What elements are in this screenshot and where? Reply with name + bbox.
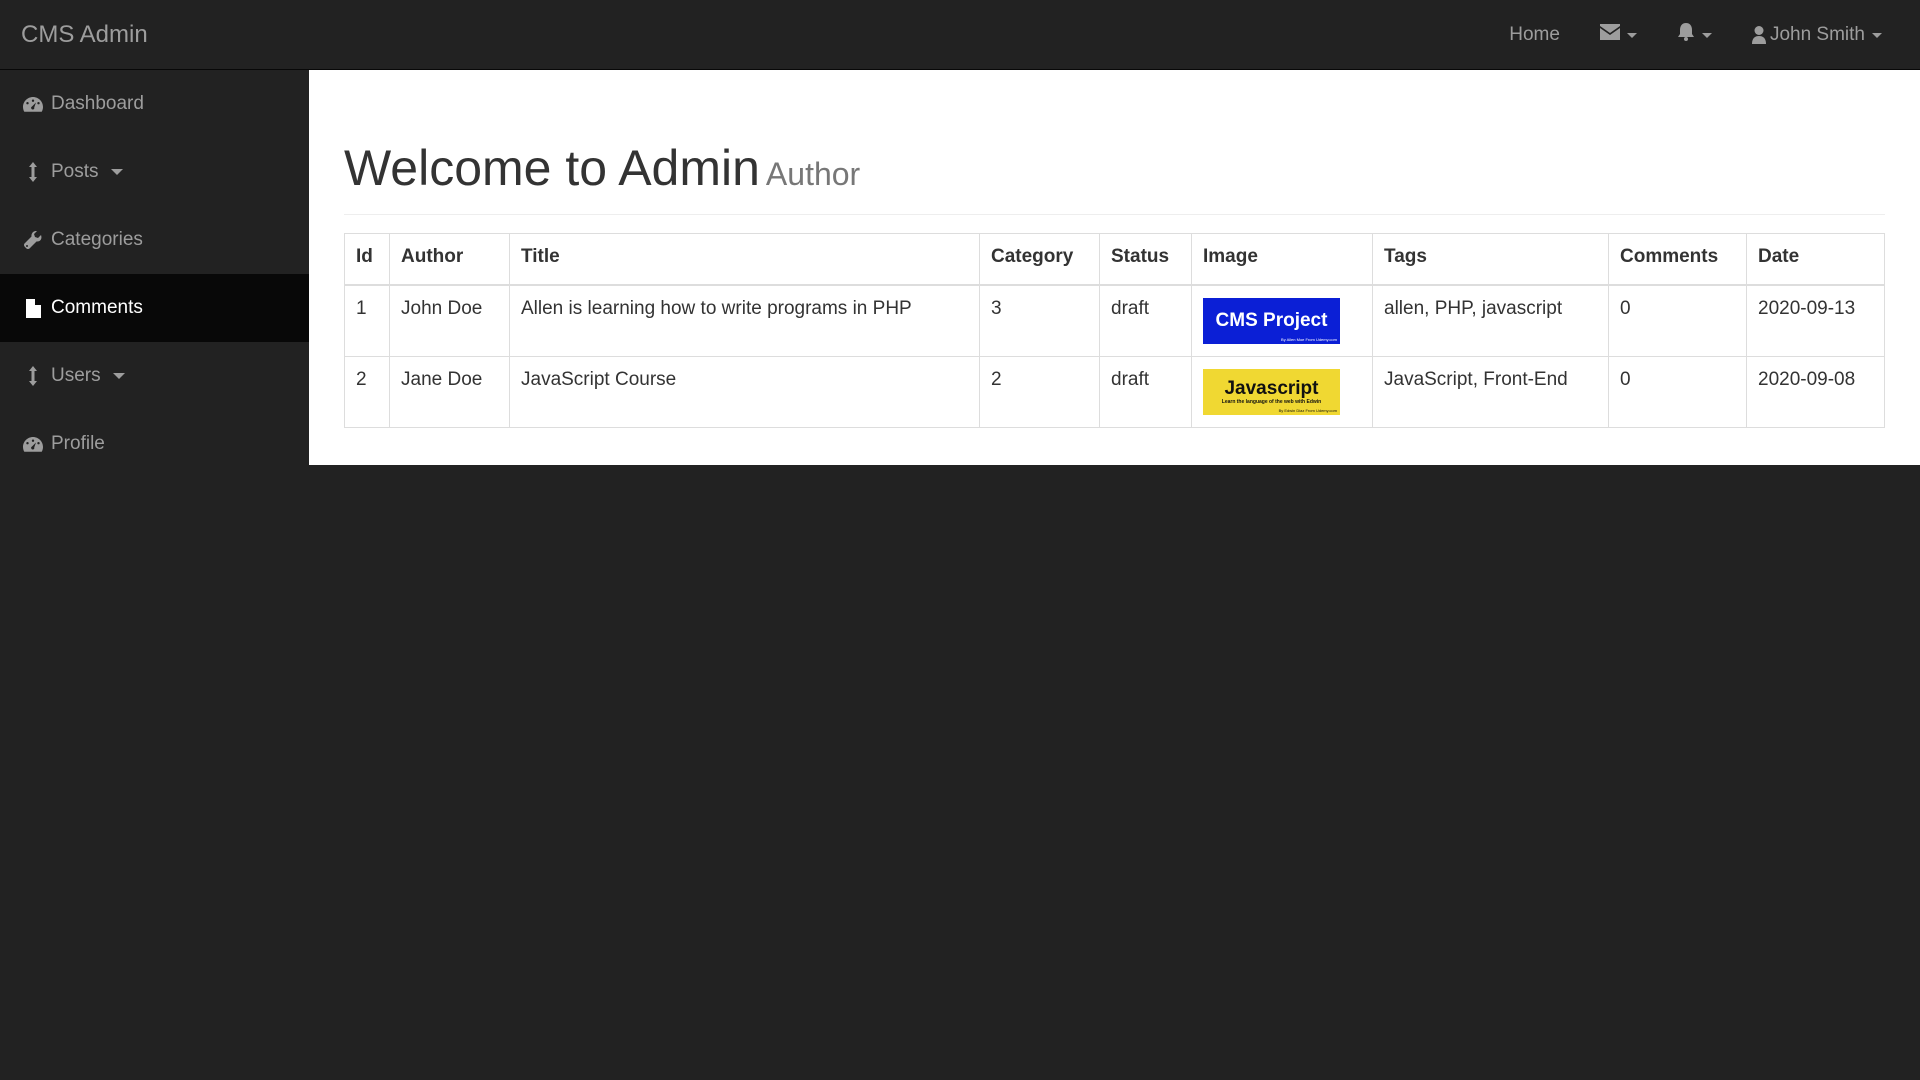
column-header-author: Author	[389, 233, 510, 286]
sidebar-item-dashboard[interactable]: Dashboard	[0, 70, 309, 138]
column-header-category: Category	[979, 233, 1100, 286]
sidebar-item-label: Posts	[51, 161, 99, 182]
dashboard-icon	[23, 94, 43, 114]
envelope-icon	[1599, 24, 1620, 46]
thumbnail-title: Javascript	[1224, 377, 1319, 399]
cell-title: JavaScript Course	[509, 355, 980, 428]
column-header-tags: Tags	[1372, 233, 1609, 286]
cell-date: 2020-09-08	[1746, 355, 1885, 428]
home-link[interactable]: Home	[1489, 0, 1580, 70]
cell-tags: allen, PHP, javascript	[1372, 284, 1609, 357]
thumbnail-subtitle: Learn the language of the web with Edwin	[1221, 398, 1322, 405]
user-name: John Smith	[1769, 24, 1865, 45]
arrows-v-icon	[23, 366, 43, 386]
user-icon	[1751, 26, 1766, 44]
file-icon	[23, 298, 43, 318]
page-header: Welcome to Admin Author	[344, 140, 1885, 215]
cell-id: 1	[344, 284, 390, 357]
sidebar-item-comments[interactable]: Comments	[0, 274, 309, 342]
cell-image: CMS Project By Allen Moe From Udemy.com	[1191, 284, 1373, 357]
navbar-right: Home John Smith	[1489, 0, 1902, 70]
column-header-comments: Comments	[1608, 233, 1747, 286]
cell-image: Javascript Learn the language of the web…	[1191, 355, 1373, 428]
column-header-title: Title	[509, 233, 980, 286]
chevron-down-icon	[1872, 32, 1882, 38]
column-header-id: Id	[344, 233, 390, 286]
cell-tags: JavaScript, Front-End	[1372, 355, 1609, 428]
sidebar-item-categories[interactable]: Categories	[0, 206, 309, 274]
sidebar-item-posts[interactable]: Posts	[0, 138, 309, 206]
cell-category: 2	[979, 355, 1100, 428]
column-header-status: Status	[1099, 233, 1192, 286]
arrows-v-icon	[23, 162, 43, 182]
thumbnail-title: CMS Project	[1215, 309, 1328, 331]
cell-status: draft	[1099, 355, 1192, 428]
cell-author: John Doe	[389, 284, 510, 357]
sidebar-item-label: Comments	[51, 297, 143, 318]
wrench-icon	[23, 230, 43, 250]
post-image-thumbnail: Javascript Learn the language of the web…	[1203, 368, 1340, 415]
table-header-row: Id Author Title Category Status Image Ta…	[344, 233, 1885, 286]
post-image-thumbnail: CMS Project By Allen Moe From Udemy.com	[1203, 297, 1340, 344]
sidebar-item-label: Dashboard	[51, 93, 144, 114]
cell-date: 2020-09-13	[1746, 284, 1885, 357]
chevron-down-icon	[112, 373, 125, 379]
column-header-date: Date	[1746, 233, 1885, 286]
column-header-image: Image	[1191, 233, 1373, 286]
sidebar-item-label: Users	[51, 365, 101, 386]
thumbnail-credit: By Allen Moe From Udemy.com	[1281, 336, 1337, 342]
chevron-down-icon	[110, 169, 123, 175]
cell-title: Allen is learning how to write programs …	[509, 284, 980, 357]
sidebar-item-users[interactable]: Users	[0, 342, 309, 410]
sidebar: Dashboard Posts Categories Comments User…	[0, 70, 309, 465]
table-row: 2 Jane Doe JavaScript Course 2 draft Jav…	[344, 355, 1885, 428]
user-dropdown[interactable]: John Smith	[1732, 0, 1902, 70]
cell-comments: 0	[1608, 355, 1747, 428]
chevron-down-icon	[1701, 32, 1712, 38]
cell-category: 3	[979, 284, 1100, 357]
sidebar-item-label: Profile	[51, 433, 105, 454]
sidebar-item-label: Categories	[51, 229, 143, 250]
thumbnail-credit: By Edwin Diaz From Udemy.com	[1278, 407, 1337, 413]
dashboard-icon	[23, 434, 43, 454]
cell-id: 2	[344, 355, 390, 428]
cell-comments: 0	[1608, 284, 1747, 357]
cell-author: Jane Doe	[389, 355, 510, 428]
main-content: Welcome to Admin Author Id Author Title C…	[309, 70, 1920, 465]
table-row: 1 John Doe Allen is learning how to writ…	[344, 284, 1885, 357]
posts-table: Id Author Title Category Status Image Ta…	[344, 233, 1885, 428]
top-navbar: CMS Admin Home John Smith	[0, 0, 1920, 70]
brand-link[interactable]: CMS Admin	[21, 20, 148, 50]
alerts-dropdown[interactable]	[1657, 0, 1732, 70]
page-title: Welcome to Admin Author	[344, 140, 1885, 202]
messages-dropdown[interactable]	[1580, 0, 1657, 70]
page-subtitle: Author	[765, 156, 861, 192]
cell-status: draft	[1099, 284, 1192, 357]
sidebar-item-profile[interactable]: Profile	[0, 410, 309, 478]
page-title-text: Welcome to Admin	[344, 140, 760, 196]
chevron-down-icon	[1626, 32, 1637, 38]
bell-icon	[1677, 23, 1695, 47]
